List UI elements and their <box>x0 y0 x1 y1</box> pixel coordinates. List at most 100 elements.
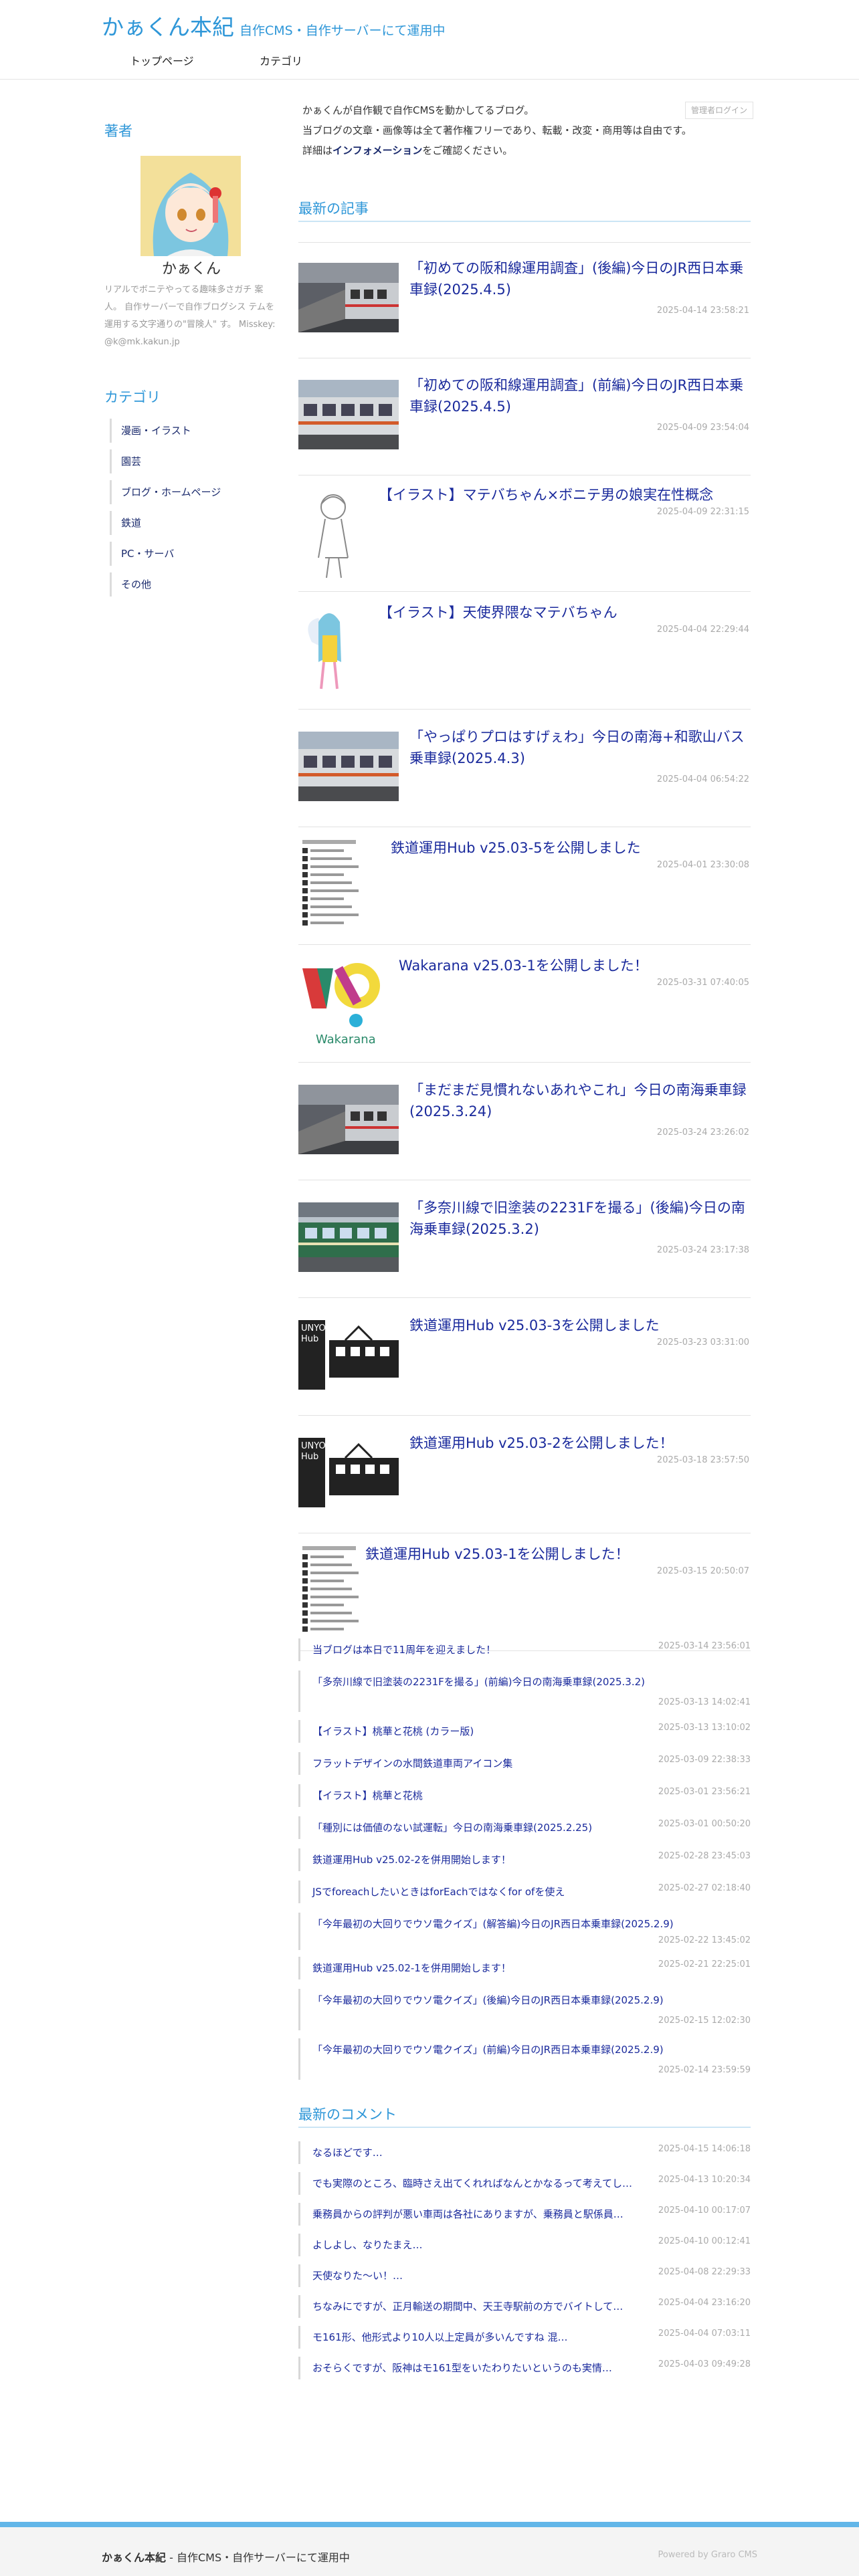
article-title[interactable]: 鉄道運用Hub v25.03-1を公開しました！ <box>365 1543 748 1565</box>
article-thumbnail[interactable] <box>298 484 392 584</box>
article-thumbnail[interactable] <box>298 1543 359 1644</box>
category-item-railway[interactable]: 鉄道 <box>110 511 270 535</box>
older-article-item[interactable]: 「今年最初の大回りでウソ電クイズ」(解答編)今日のJR西日本乗車録(2025.2… <box>298 1913 751 1950</box>
comment-item[interactable]: ちなみにですが、正月輸送の期間中、天王寺駅前の方でバイトして… 2025-04-0… <box>298 2295 751 2318</box>
article-title[interactable]: Wakarana v25.03-1を公開しました！ <box>399 955 748 976</box>
older-article-title[interactable]: 鉄道運用Hub v25.02-2を併用開始します！ <box>312 1852 511 1866</box>
comment-item[interactable]: モ161形、他形式より10人以上定員が多いんですね 混… 2025-04-04 0… <box>298 2326 751 2349</box>
older-article-item[interactable]: 「種別には価値のない試運転」今日の南海乗車録(2025.2.25) 2025-03… <box>298 1816 751 1839</box>
older-article-title[interactable]: 当ブログは本日で11周年を迎えました！ <box>312 1642 496 1656</box>
comment-date: 2025-04-04 23:16:20 <box>658 2298 751 2308</box>
older-article-item[interactable]: 鉄道運用Hub v25.02-2を併用開始します！ 2025-02-28 23:4… <box>298 1848 751 1871</box>
comment-text[interactable]: モ161形、他形式より10人以上定員が多いんですね 混… <box>312 2330 567 2344</box>
article-thumbnail[interactable] <box>298 263 399 332</box>
article-thumbnail[interactable] <box>298 1202 399 1272</box>
intro-line-3-post: をご確認ください。 <box>422 144 513 156</box>
article-thumbnail[interactable] <box>298 732 399 801</box>
older-article-item[interactable]: 当ブログは本日で11周年を迎えました！ 2025-03-14 23:56:01 <box>298 1638 751 1661</box>
article-card[interactable]: 【イラスト】天使界隈なマテバちゃん 2025-04-04 22:29:44 <box>298 594 751 710</box>
article-thumbnail[interactable] <box>298 1085 399 1154</box>
article-card[interactable]: 鉄道運用Hub v25.03-1を公開しました！ 2025-03-15 20:50… <box>298 1535 751 1651</box>
older-article-item[interactable]: 「今年最初の大回りでウソ電クイズ」(後編)今日のJR西日本乗車録(2025.2.… <box>298 1989 751 2030</box>
comment-item[interactable]: おそらくですが、阪神はモ161型をいたわりたいというのも実情… 2025-04-0… <box>298 2357 751 2379</box>
older-article-date: 2025-02-28 23:45:03 <box>658 1851 751 1861</box>
older-article-title[interactable]: 「今年最初の大回りでウソ電クイズ」(後編)今日のJR西日本乗車録(2025.2.… <box>312 1993 664 2007</box>
older-article-title[interactable]: 「多奈川線で旧塗装の2231Fを撮る」(前編)今日の南海乗車録(2025.3.2… <box>312 1675 645 1689</box>
older-article-item[interactable]: 鉄道運用Hub v25.02-1を併用開始します！ 2025-02-21 22:2… <box>298 1957 751 1979</box>
site-header: かぁくん本紀 自作CMS・自作サーバーにて運用中 トップページ カテゴリ <box>0 0 859 80</box>
article-thumbnail[interactable] <box>298 837 359 938</box>
article-title[interactable]: 鉄道運用Hub v25.03-2を公開しました！ <box>409 1432 748 1454</box>
older-article-title[interactable]: 【イラスト】桃華と花桃 (カラー版) <box>312 1724 474 1738</box>
category-item-pc-server[interactable]: PC・サーバ <box>110 542 270 566</box>
comment-item[interactable]: でも実際のところ、臨時さえ出てくれればなんとかなるって考えてし… 2025-04-… <box>298 2172 751 2195</box>
older-article-item[interactable]: JSでforeachしたいときはforEachではなくfor ofを使え 2025… <box>298 1881 751 1903</box>
comment-item[interactable]: 乗務員からの評判が悪い車両は各社にありますが、乗務員と駅係員… 2025-04-1… <box>298 2203 751 2226</box>
site-title[interactable]: かぁくん本紀 自作CMS・自作サーバーにて運用中 <box>102 9 446 41</box>
avatar-illustration <box>140 156 241 256</box>
older-article-title[interactable]: 鉄道運用Hub v25.02-1を併用開始します！ <box>312 1961 511 1975</box>
comment-text[interactable]: なるほどです… <box>312 2145 383 2159</box>
older-article-title[interactable]: 「今年最初の大回りでウソ電クイズ」(解答編)今日のJR西日本乗車録(2025.2… <box>312 1917 674 1931</box>
site-title-text[interactable]: かぁくん本紀 <box>102 14 234 40</box>
article-thumbnail[interactable] <box>298 380 399 449</box>
article-card[interactable]: UNYO Hub 鉄道運用Hub v25.03-2を公開しました！ 2025-03-1… <box>298 1418 751 1533</box>
older-article-item[interactable]: 「多奈川線で旧塗装の2231Fを撮る」(前編)今日の南海乗車録(2025.3.2… <box>298 1671 751 1712</box>
article-title[interactable]: 「多奈川線で旧塗装の2231Fを撮る」(後編)今日の南海乗車録(2025.3.2… <box>409 1197 748 1240</box>
information-link[interactable]: インフォメーション <box>332 144 422 156</box>
older-article-title[interactable]: 【イラスト】桃華と花桃 <box>312 1788 423 1802</box>
article-card[interactable]: Wakarana Wakarana v25.03-1を公開しました！ 2025-03… <box>298 947 751 1063</box>
article-card[interactable]: 【イラスト】マテバちゃん×ボニテ男の娘実在性概念 2025-04-09 22:31… <box>298 476 751 592</box>
article-card[interactable]: 「多奈川線で旧塗装の2231Fを撮る」(後編)今日の南海乗車録(2025.3.2… <box>298 1182 751 1298</box>
admin-login-button[interactable]: 管理者ログイン <box>685 102 753 119</box>
category-item-other[interactable]: その他 <box>110 572 270 597</box>
article-title[interactable]: 【イラスト】マテバちゃん×ボニテ男の娘実在性概念 <box>379 484 748 506</box>
older-article-title[interactable]: フラットデザインの水間鉄道車両アイコン集 <box>312 1756 512 1770</box>
article-card[interactable]: 鉄道運用Hub v25.03-5を公開しました 2025-04-01 23:30:… <box>298 829 751 945</box>
older-article-item[interactable]: 「今年最初の大回りでウソ電クイズ」(前編)今日のJR西日本乗車録(2025.2.… <box>298 2038 751 2080</box>
article-date: 2025-04-04 06:54:22 <box>656 774 749 784</box>
category-item-manga-illust[interactable]: 漫画・イラスト <box>110 419 270 443</box>
comment-date: 2025-04-03 09:49:28 <box>658 2359 751 2369</box>
older-article-date: 2025-03-01 23:56:21 <box>658 1787 751 1797</box>
article-title[interactable]: 鉄道運用Hub v25.03-5を公開しました <box>391 837 748 859</box>
older-article-date: 2025-02-27 02:18:40 <box>658 1883 751 1893</box>
article-title[interactable]: 「まだまだ見慣れないあれやこれ」今日の南海乗車録(2025.3.24) <box>409 1079 748 1122</box>
article-title[interactable]: 「初めての阪和線運用調査」(前編)今日のJR西日本乗車録(2025.4.5) <box>409 374 748 417</box>
nav-top-page[interactable]: トップページ <box>130 52 194 68</box>
article-thumbnail[interactable]: UNYO Hub <box>298 1438 399 1507</box>
comment-text[interactable]: おそらくですが、阪神はモ161型をいたわりたいというのも実情… <box>312 2361 612 2375</box>
article-title[interactable]: 「初めての阪和線運用調査」(後編)今日のJR西日本乗車録(2025.4.5) <box>409 257 748 300</box>
article-card[interactable]: 「初めての阪和線運用調査」(後編)今日のJR西日本乗車録(2025.4.5) 20… <box>298 242 751 358</box>
article-thumbnail[interactable]: UNYO Hub <box>298 1320 399 1390</box>
nav-category[interactable]: カテゴリ <box>260 52 302 68</box>
comment-text[interactable]: よしよし、なりたまえ… <box>312 2238 423 2252</box>
category-item-blog[interactable]: ブログ・ホームページ <box>110 480 270 504</box>
article-title[interactable]: 「やっぱりプロはすげぇわ」今日の南海+和歌山バス乗車録(2025.4.3) <box>409 726 748 769</box>
article-title[interactable]: 【イラスト】天使界隈なマテバちゃん <box>379 602 748 623</box>
comment-text[interactable]: でも実際のところ、臨時さえ出てくれればなんとかなるって考えてし… <box>312 2176 632 2190</box>
article-thumbnail[interactable]: Wakarana <box>298 955 392 1055</box>
older-article-item[interactable]: 【イラスト】桃華と花桃 (カラー版) 2025-03-13 13:10:02 <box>298 1720 751 1743</box>
article-date: 2025-04-09 22:31:15 <box>656 507 749 517</box>
category-item-gardening[interactable]: 園芸 <box>110 449 270 473</box>
article-title[interactable]: 鉄道運用Hub v25.03-3を公開しました <box>409 1315 748 1336</box>
older-article-title[interactable]: 「種別には価値のない試運転」今日の南海乗車録(2025.2.25) <box>312 1820 592 1834</box>
older-article-item[interactable]: フラットデザインの水間鉄道車両アイコン集 2025-03-09 22:38:33 <box>298 1752 751 1775</box>
older-article-title[interactable]: JSでforeachしたいときはforEachではなくfor ofを使え <box>312 1885 565 1899</box>
older-article-item[interactable]: 【イラスト】桃華と花桃 2025-03-01 23:56:21 <box>298 1784 751 1807</box>
comment-item[interactable]: よしよし、なりたまえ… 2025-04-10 00:12:41 <box>298 2234 751 2256</box>
article-card[interactable]: UNYO Hub 鉄道運用Hub v25.03-3を公開しました 2025-03-23… <box>298 1300 751 1416</box>
comment-item[interactable]: 天使なりた〜い！… 2025-04-08 22:29:33 <box>298 2264 751 2287</box>
footer-site-name[interactable]: かぁくん本紀 <box>102 2551 166 2564</box>
older-article-date: 2025-03-09 22:38:33 <box>658 1755 751 1765</box>
comment-text[interactable]: 乗務員からの評判が悪い車両は各社にありますが、乗務員と駅係員… <box>312 2207 624 2221</box>
older-article-title[interactable]: 「今年最初の大回りでウソ電クイズ」(前編)今日のJR西日本乗車録(2025.2.… <box>312 2042 664 2056</box>
article-card[interactable]: 「初めての阪和線運用調査」(前編)今日のJR西日本乗車録(2025.4.5) 20… <box>298 360 751 475</box>
comment-item[interactable]: なるほどです… 2025-04-15 14:06:18 <box>298 2141 751 2164</box>
comment-text[interactable]: 天使なりた〜い！… <box>312 2268 403 2282</box>
article-card[interactable]: 「まだまだ見慣れないあれやこれ」今日の南海乗車録(2025.3.24) 2025-… <box>298 1065 751 1180</box>
article-card[interactable]: 「やっぱりプロはすげぇわ」今日の南海+和歌山バス乗車録(2025.4.3) 202… <box>298 712 751 827</box>
article-thumbnail[interactable] <box>298 602 392 702</box>
comment-text[interactable]: ちなみにですが、正月輸送の期間中、天王寺駅前の方でバイトして… <box>312 2299 623 2313</box>
